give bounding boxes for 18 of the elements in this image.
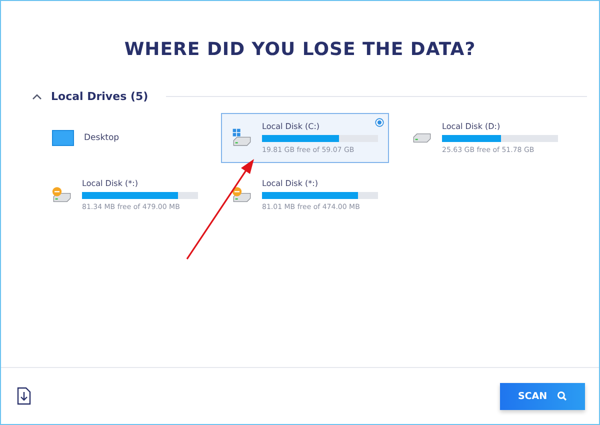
drive-name: Desktop [84, 133, 120, 143]
drive-name: Local Disk (C:) [262, 122, 321, 131]
drive-warning-icon [52, 185, 72, 205]
drive-name: Local Disk (*:) [262, 179, 319, 188]
collapse-chevron-icon[interactable] [31, 92, 43, 100]
windows-drive-icon [232, 127, 252, 149]
radio-selected-icon [375, 118, 384, 127]
drive-name: Local Disk (D:) [442, 122, 502, 131]
drive-warning-icon [232, 185, 252, 205]
drive-card[interactable]: Desktop [41, 113, 209, 163]
search-icon [557, 391, 568, 401]
section-title: Local Drives (5) [51, 90, 148, 103]
page-title: WHERE DID YOU LOSE THE DATA? [123, 39, 477, 60]
drive-name: Local Disk (*:) [82, 179, 139, 188]
drive-icon [412, 131, 432, 145]
export-file-icon[interactable] [17, 387, 31, 405]
monitor-icon [52, 130, 74, 146]
scan-button[interactable]: SCAN [500, 382, 585, 410]
